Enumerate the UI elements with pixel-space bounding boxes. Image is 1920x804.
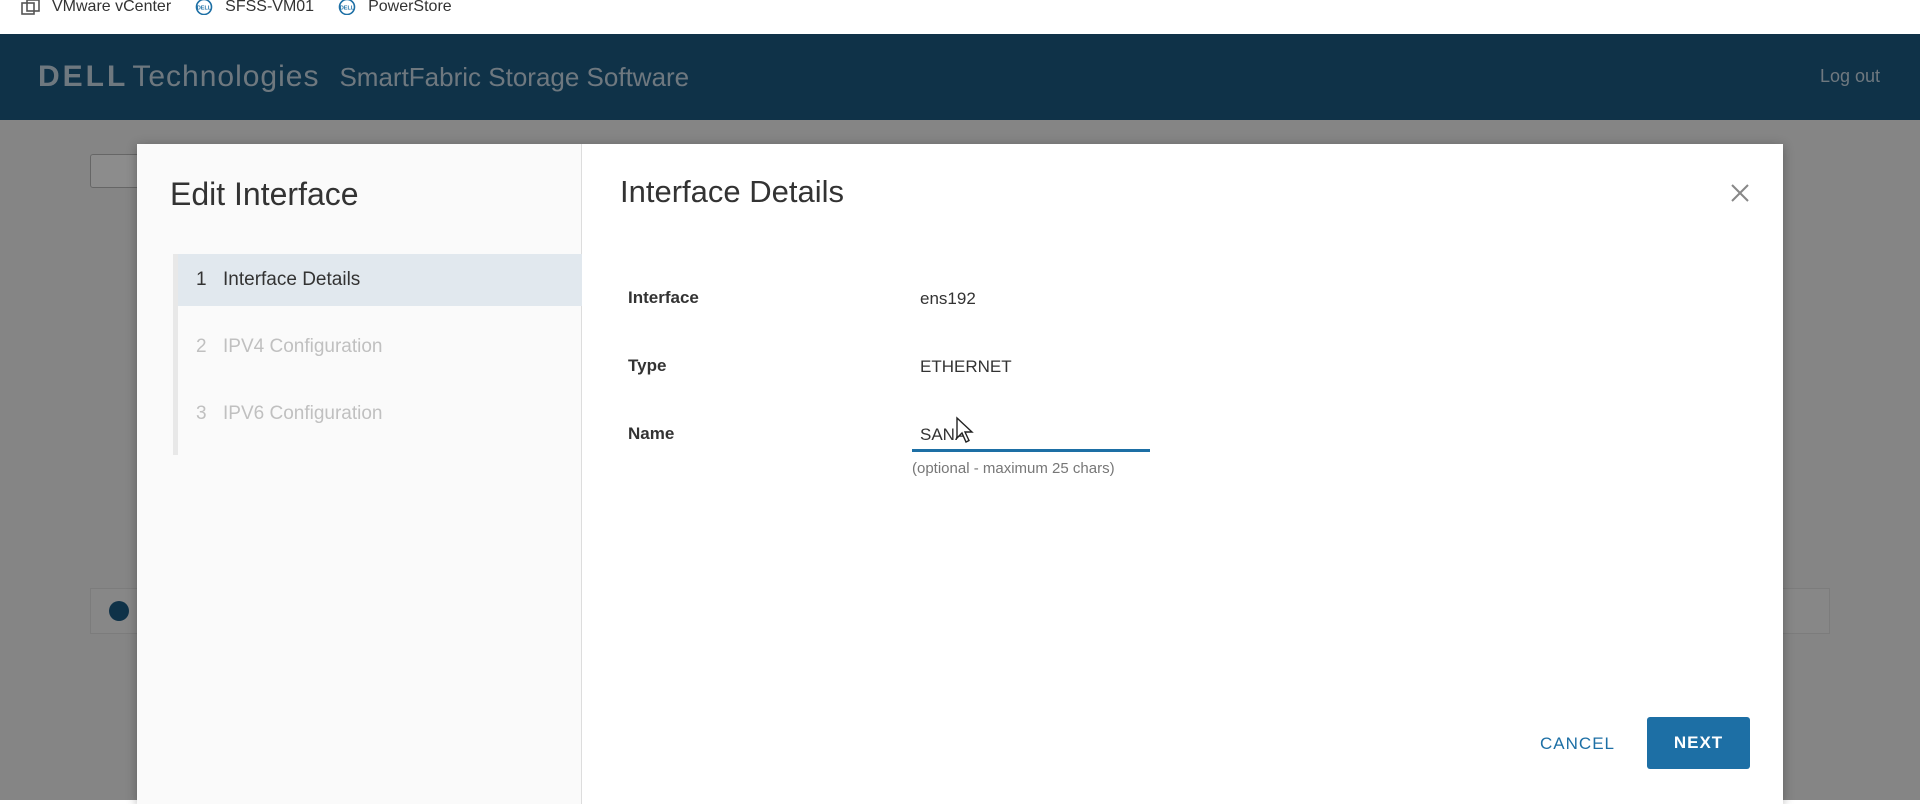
- wizard-content: Interface Details Interface ens192 Type …: [582, 144, 1783, 804]
- bookmark-vmware-vcenter[interactable]: VMware vCenter: [20, 0, 171, 15]
- step-interface-details[interactable]: 1 Interface Details: [178, 254, 582, 306]
- step-label: Interface Details: [223, 269, 361, 290]
- close-button[interactable]: [1725, 178, 1755, 208]
- dell-icon: DELL: [336, 0, 358, 15]
- name-label: Name: [628, 424, 675, 443]
- bookmark-sfss-vm01[interactable]: DELL SFSS-VM01: [193, 0, 314, 15]
- step-label: IPV6 Configuration: [223, 403, 383, 424]
- close-icon: [1731, 184, 1749, 202]
- name-input[interactable]: [912, 416, 1150, 452]
- step-number: 1: [196, 269, 207, 290]
- bookmark-powerstore[interactable]: DELL PowerStore: [336, 0, 452, 15]
- svg-text:DELL: DELL: [197, 6, 212, 12]
- dialog-title: Edit Interface: [170, 176, 359, 212]
- step-number: 2: [196, 336, 207, 357]
- interface-label: Interface: [628, 288, 699, 307]
- bookmark-label: SFSS-VM01: [225, 0, 315, 15]
- step-ipv6-configuration[interactable]: 3 IPV6 Configuration: [178, 388, 582, 440]
- bookmark-label: PowerStore: [368, 0, 452, 15]
- type-value: ETHERNET: [920, 357, 1012, 376]
- wizard-sidebar: Edit Interface 1 Interface Details 2 IPV…: [137, 144, 582, 804]
- name-hint: (optional - maximum 25 chars): [912, 460, 1115, 477]
- cancel-button[interactable]: CANCEL: [1540, 734, 1615, 754]
- vcenter-icon: [20, 0, 42, 15]
- dell-icon: DELL: [193, 0, 215, 15]
- bookmark-label: VMware vCenter: [52, 0, 172, 15]
- interface-value: ens192: [920, 289, 976, 308]
- next-button[interactable]: NEXT: [1647, 717, 1750, 769]
- type-label: Type: [628, 356, 667, 375]
- wizard-steps: 1 Interface Details 2 IPV4 Configuration…: [173, 254, 582, 455]
- bookmarks-bar: VMware vCenter DELL SFSS-VM01 DELL Power…: [0, 0, 1920, 34]
- section-title: Interface Details: [620, 174, 844, 209]
- step-number: 3: [196, 403, 207, 424]
- edit-interface-dialog: Edit Interface 1 Interface Details 2 IPV…: [137, 144, 1783, 804]
- step-label: IPV4 Configuration: [223, 336, 383, 357]
- svg-text:DELL: DELL: [340, 6, 355, 12]
- step-ipv4-configuration[interactable]: 2 IPV4 Configuration: [178, 321, 582, 373]
- mouse-cursor-icon: [956, 416, 974, 443]
